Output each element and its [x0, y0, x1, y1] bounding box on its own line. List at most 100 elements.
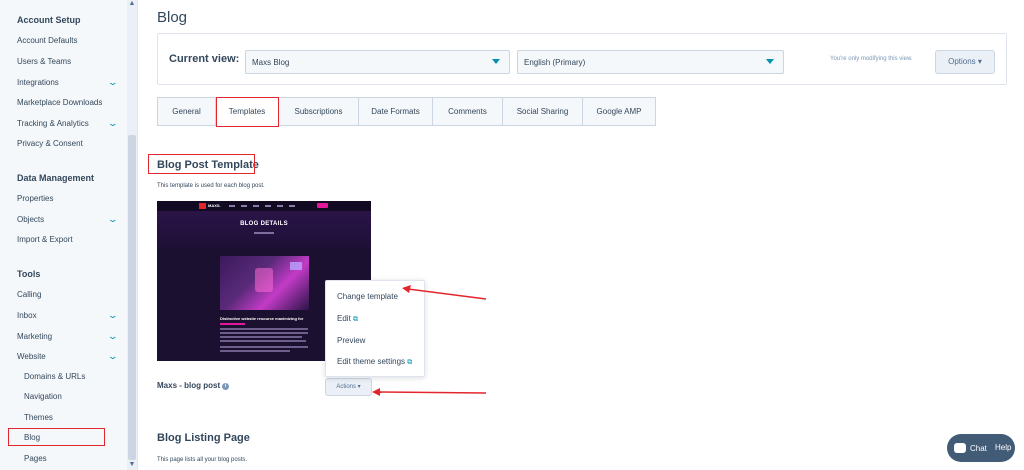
sidebar-item-label: Objects: [17, 215, 45, 224]
preview-image-glow: [255, 268, 273, 292]
preview-post-headline: Distinctive website resource maximizing …: [220, 316, 304, 321]
sidebar-item-label: Privacy & Consent: [17, 139, 83, 148]
chevron-up-icon: ⌄: [107, 351, 119, 361]
tab-comments[interactable]: Comments: [433, 97, 503, 126]
sidebar-item-label: Calling: [17, 290, 42, 299]
sidebar-item-calling[interactable]: Calling: [17, 290, 117, 299]
scroll-down-icon[interactable]: ▼: [128, 461, 136, 468]
sidebar-item-marketing[interactable]: Marketing ⌄: [17, 331, 119, 342]
listing-page-description: This page lists all your blog posts.: [157, 457, 248, 463]
preview-banner-title: BLOG DETAILS: [240, 221, 288, 227]
tab-date-formats[interactable]: Date Formats: [359, 97, 433, 126]
chevron-down-icon: ⌄: [107, 214, 119, 224]
sidebar-item-integrations[interactable]: Integrations ⌄: [17, 77, 119, 88]
caret-down-icon: [492, 59, 500, 64]
template-name-text: Maxs - blog post: [157, 381, 221, 390]
menu-item-label: Preview: [337, 336, 366, 345]
menu-item-edit-theme-settings[interactable]: Edit theme settings ⧉: [337, 357, 412, 367]
preview-text-line: [220, 346, 308, 348]
menu-item-edit[interactable]: Edit ⧉: [337, 314, 358, 324]
annotation-arrow-change-template: [402, 285, 487, 300]
tab-subscriptions[interactable]: Subscriptions: [279, 97, 359, 126]
template-name: Maxs - blog post i: [157, 381, 230, 390]
preview-meta-line: [220, 323, 245, 325]
current-view-label: Current view:: [169, 53, 240, 65]
menu-item-label: Change template: [337, 292, 398, 301]
sidebar-item-objects[interactable]: Objects ⌄: [17, 214, 119, 225]
scroll-up-icon[interactable]: ▲: [128, 0, 136, 7]
preview-cta-button: [317, 203, 328, 208]
sidebar-item-label: Properties: [17, 194, 54, 203]
sidebar-item-account-defaults[interactable]: Account Defaults: [17, 36, 117, 45]
sidebar-item-pages[interactable]: Pages: [24, 454, 104, 463]
sidebar-item-label: Import & Export: [17, 235, 73, 244]
actions-button[interactable]: Actions ▾: [325, 378, 372, 396]
blog-annotation-box: [8, 428, 105, 446]
sidebar-item-inbox[interactable]: Inbox ⌄: [17, 310, 119, 321]
preview-text-line: [220, 332, 308, 334]
sidebar-item-label: Pages: [24, 454, 47, 463]
sidebar-item-marketplace-downloads[interactable]: Marketplace Downloads: [17, 98, 117, 107]
sidebar-item-label: Website: [17, 352, 46, 361]
language-select-value: English (Primary): [524, 58, 586, 67]
preview-breadcrumb: [254, 232, 274, 234]
chat-widget-button[interactable]: Chat Help: [947, 434, 1015, 462]
preview-navbar: MAXS.: [157, 201, 371, 211]
menu-item-change-template[interactable]: Change template: [337, 292, 398, 301]
caret-down-icon: [766, 59, 774, 64]
preview-nav-link: [289, 205, 295, 207]
preview-image-glow: [290, 262, 302, 270]
section-data-management: Data Management: [17, 173, 95, 183]
modify-note: You're only modifying this view.: [830, 56, 913, 62]
chevron-down-icon: ⌄: [107, 310, 119, 320]
external-link-icon: ⧉: [353, 316, 359, 323]
sidebar-item-tracking-analytics[interactable]: Tracking & Analytics ⌄: [17, 118, 119, 129]
preview-logo-icon: [199, 203, 206, 209]
sidebar-item-users-teams[interactable]: Users & Teams: [17, 57, 117, 66]
options-button[interactable]: Options ▾: [935, 50, 995, 74]
sidebar-item-label: Marketplace Downloads: [17, 98, 103, 107]
chat-bubble-icon: [954, 443, 966, 453]
section-tools: Tools: [17, 269, 41, 279]
language-select[interactable]: English (Primary): [517, 50, 784, 74]
menu-item-preview[interactable]: Preview: [337, 336, 365, 345]
preview-text-line: [220, 340, 306, 342]
sidebar-item-navigation[interactable]: Navigation: [24, 392, 104, 401]
preview-nav-link: [229, 205, 235, 207]
chevron-down-icon: ⌄: [107, 77, 119, 87]
tab-social-sharing[interactable]: Social Sharing: [503, 97, 583, 126]
info-icon[interactable]: i: [222, 383, 230, 390]
post-template-annotation-box: [148, 154, 255, 174]
annotation-arrow-actions: [372, 388, 487, 396]
preview-nav-link: [277, 205, 283, 207]
help-label[interactable]: Help: [995, 443, 1011, 452]
post-template-description: This template is used for each blog post…: [157, 183, 265, 189]
sidebar-item-label: Domains & URLs: [24, 372, 86, 381]
scrollbar-thumb[interactable]: [128, 135, 136, 460]
external-link-icon: ⧉: [407, 359, 413, 366]
chevron-down-icon: ⌄: [107, 118, 119, 128]
section-account-setup: Account Setup: [17, 15, 81, 25]
tab-general[interactable]: General: [157, 97, 216, 126]
sidebar-item-domains-urls[interactable]: Domains & URLs: [24, 372, 104, 381]
preview-text-line: [220, 336, 302, 338]
sidebar-item-privacy-consent[interactable]: Privacy & Consent: [17, 139, 117, 148]
page-title: Blog: [157, 9, 188, 26]
preview-text-line: [220, 328, 308, 330]
sidebar-item-website[interactable]: Website ⌄: [17, 351, 119, 362]
current-view-panel: Current view: Maxs Blog English (Primary…: [157, 33, 1007, 85]
menu-item-label: Edit theme settings: [337, 357, 406, 366]
preview-nav-link: [241, 205, 247, 207]
sidebar-scrollbar[interactable]: ▲ ▼: [127, 0, 137, 470]
sidebar-item-themes[interactable]: Themes: [24, 413, 104, 422]
sidebar-item-label: Marketing: [17, 332, 53, 341]
sidebar-item-import-export[interactable]: Import & Export: [17, 235, 117, 244]
chat-label: Chat: [970, 443, 987, 453]
sidebar-item-label: Account Defaults: [17, 36, 78, 45]
sidebar-item-properties[interactable]: Properties: [17, 194, 117, 203]
tab-google-amp[interactable]: Google AMP: [583, 97, 656, 126]
blog-select[interactable]: Maxs Blog: [245, 50, 510, 74]
menu-item-label: Edit: [337, 314, 351, 323]
sidebar-item-label: Navigation: [24, 392, 62, 401]
preview-logo-text: MAXS.: [208, 203, 221, 208]
